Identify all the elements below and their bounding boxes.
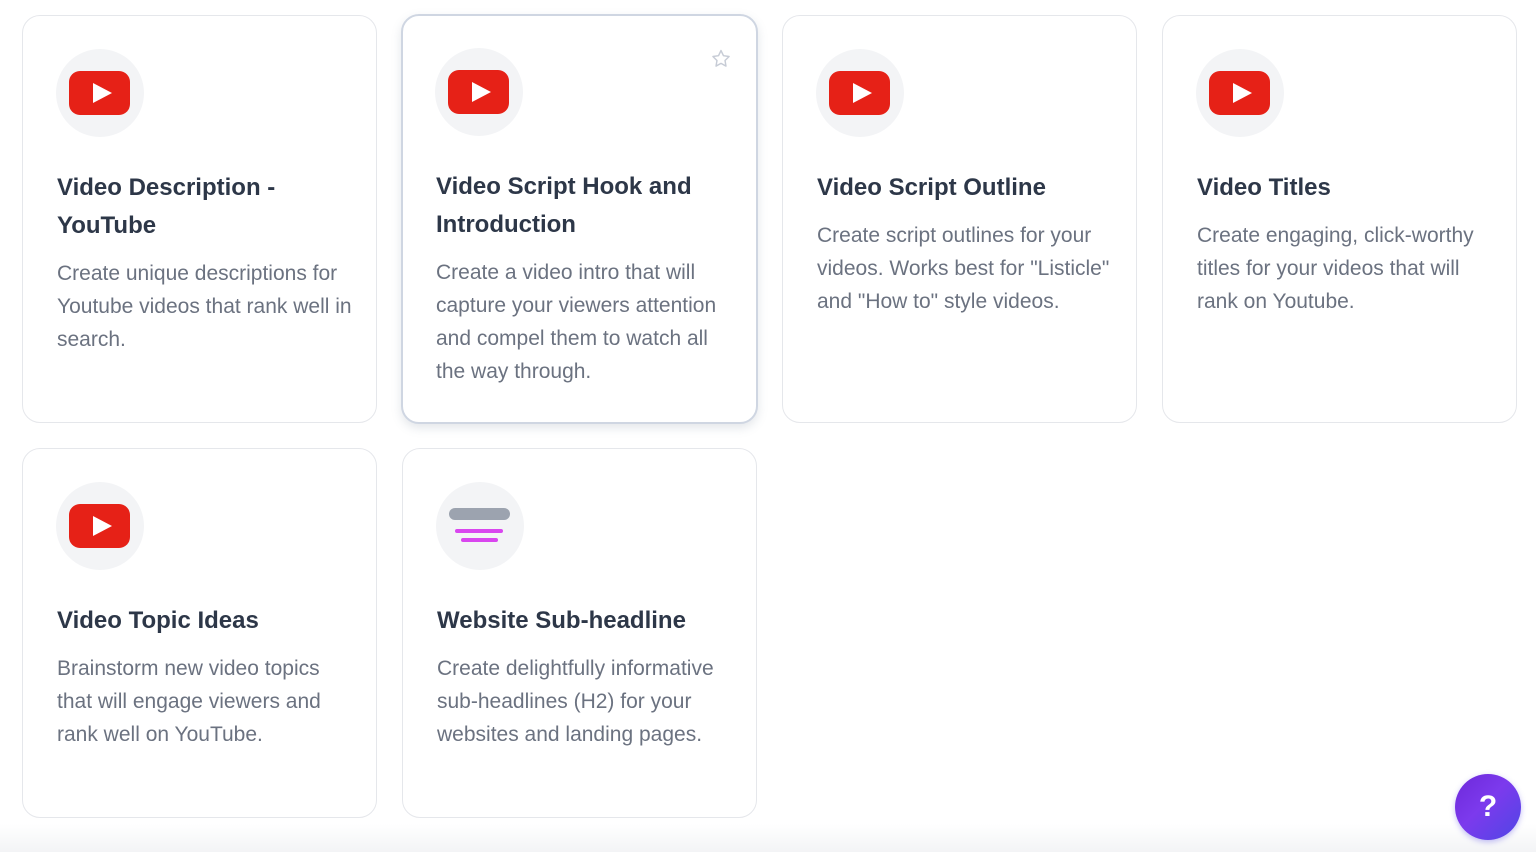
icon-container: [816, 49, 904, 137]
icon-container: [56, 482, 144, 570]
card-description: Create script outlines for your videos. …: [817, 224, 1110, 313]
youtube-icon: [448, 70, 509, 114]
star-outline-icon[interactable]: [710, 48, 732, 70]
card-title: Video Topic Ideas: [57, 607, 259, 634]
card-title: Video Script Outline: [817, 174, 1046, 201]
help-icon: ?: [1478, 790, 1498, 823]
card-description: Create a video intro that will capture y…: [436, 261, 717, 383]
icon-container: [56, 49, 144, 137]
card-description: Create delightfully informative sub-head…: [437, 657, 714, 746]
help-button[interactable]: ?: [1455, 774, 1521, 840]
youtube-icon: [829, 71, 890, 115]
card-description: Brainstorm new video topics that will en…: [57, 657, 321, 746]
template-card-video-description[interactable]: Video Description - YouTube Create uniqu…: [22, 15, 377, 423]
bottom-fade: [0, 824, 1536, 852]
youtube-icon: [1209, 71, 1270, 115]
icon-container: [1196, 49, 1284, 137]
youtube-icon: [69, 71, 130, 115]
template-grid: Video Description - YouTube Create uniqu…: [0, 0, 1536, 852]
template-card-website-sub-headline[interactable]: Website Sub-headline Create delightfully…: [402, 448, 757, 818]
icon-container: [436, 482, 524, 570]
youtube-icon: [69, 504, 130, 548]
card-title: Video Script Hook and Introduction: [436, 173, 692, 238]
icon-container: [435, 48, 523, 136]
card-title: Video Description - YouTube: [57, 174, 276, 239]
template-card-video-titles[interactable]: Video Titles Create engaging, click-wort…: [1162, 15, 1517, 423]
template-card-video-script-hook[interactable]: Video Script Hook and Introduction Creat…: [401, 14, 758, 424]
card-description: Create unique descriptions for Youtube v…: [57, 262, 352, 351]
template-card-video-script-outline[interactable]: Video Script Outline Create script outli…: [782, 15, 1137, 423]
card-description: Create engaging, click-worthy titles for…: [1197, 224, 1474, 313]
card-title: Website Sub-headline: [437, 607, 686, 634]
card-title: Video Titles: [1197, 174, 1331, 201]
template-card-video-topic-ideas[interactable]: Video Topic Ideas Brainstorm new video t…: [22, 448, 377, 818]
